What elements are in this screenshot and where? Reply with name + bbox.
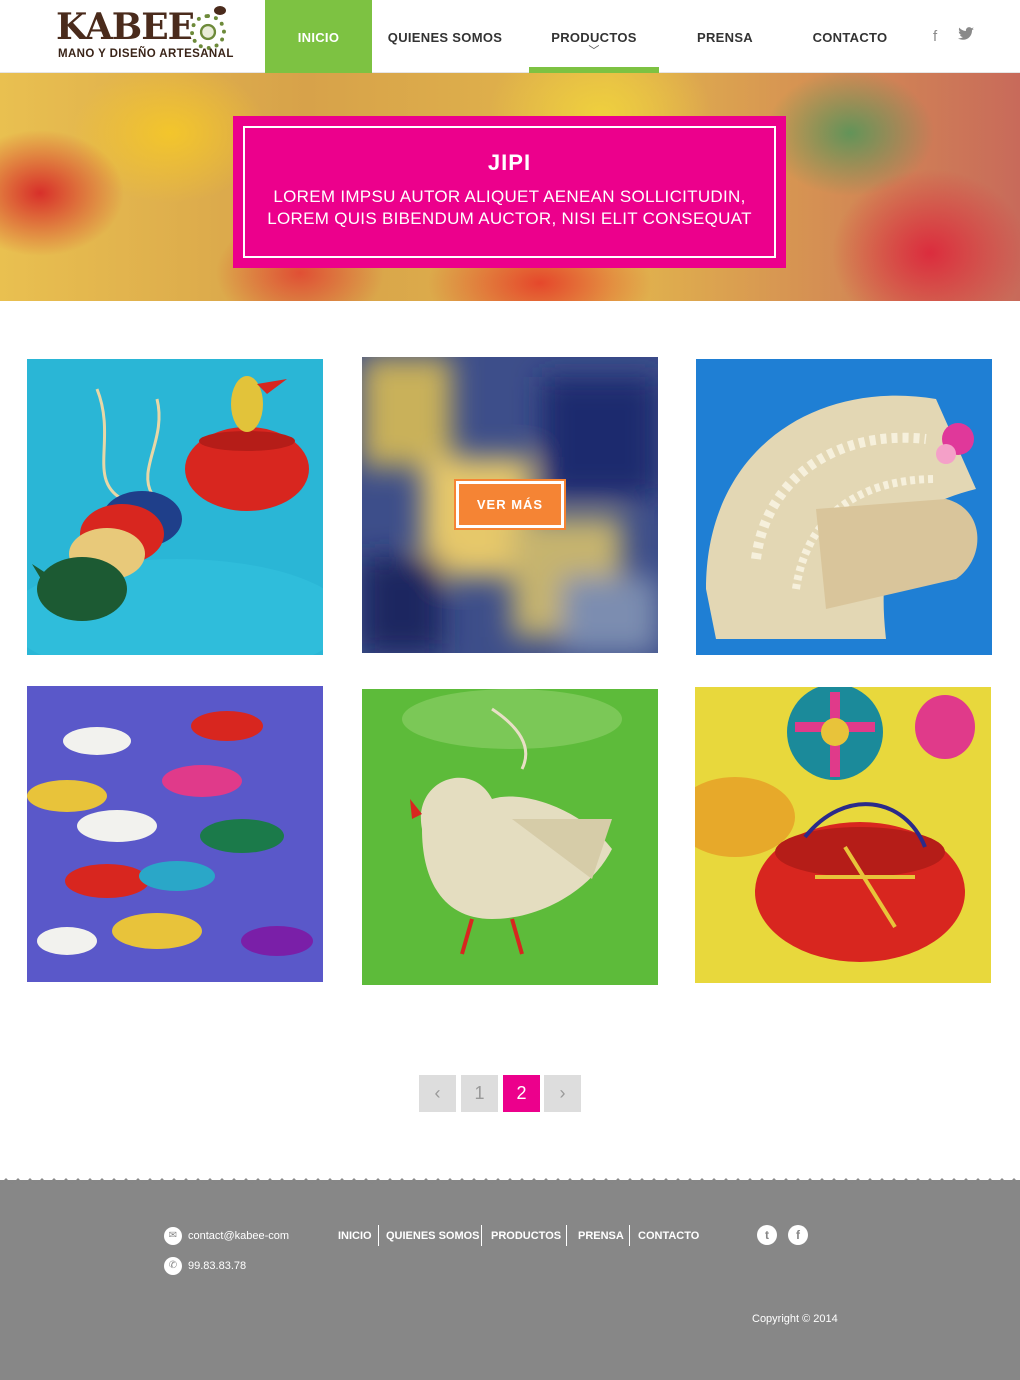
product-tile-birds[interactable] [27, 359, 323, 655]
footer-nav-divider [629, 1225, 630, 1246]
pagination-prev-button[interactable]: ‹ [419, 1075, 456, 1112]
hero-text-line: LOREM QUIS BIBENDUM AUCTOR, NISI ELIT CO… [267, 209, 752, 228]
logo-flower-icon [190, 14, 226, 50]
footer-twitter-icon[interactable]: t [757, 1225, 777, 1245]
hero-banner: JIPI LOREM IMPSU AUTOR ALIQUET AENEAN SO… [0, 73, 1020, 301]
product-tile-fan[interactable] [696, 359, 992, 655]
phone-icon: ✆ [164, 1257, 182, 1276]
envelope-icon: ✉ [164, 1227, 182, 1246]
pagination-page-2[interactable]: 2 [503, 1075, 540, 1112]
footer-phone[interactable]: ✆ 99.83.83.78 [164, 1257, 247, 1276]
ver-mas-button[interactable]: VER MÁS [454, 479, 566, 530]
facebook-icon[interactable]: f [933, 28, 937, 45]
footer-nav-divider [481, 1225, 482, 1246]
nav-item-productos-label: PRODUCTOS [551, 30, 637, 45]
footer-nav-divider [378, 1225, 379, 1246]
footer-nav-quienes-somos[interactable]: QUIENES SOMOS [386, 1226, 480, 1246]
product-tile-fish[interactable] [27, 686, 323, 982]
twitter-icon[interactable] [958, 27, 974, 45]
footer-zigzag-edge [0, 1178, 1020, 1192]
hero-callout-inner: JIPI LOREM IMPSU AUTOR ALIQUET AENEAN SO… [243, 126, 776, 258]
hero-text: LOREM IMPSU AUTOR ALIQUET AENEAN SOLLICI… [245, 186, 774, 230]
product-tile-baskets[interactable] [695, 687, 991, 983]
chevron-down-icon: ﹀ [588, 45, 600, 57]
nav-item-inicio[interactable]: INICIO [265, 0, 372, 73]
footer-nav-divider [566, 1225, 567, 1246]
logo[interactable]: KABEE MANO Y DISEÑO ARTESANAL [56, 6, 246, 64]
hero-text-line: LOREM IMPSU AUTOR ALIQUET AENEAN SOLLICI… [273, 187, 746, 206]
nav-item-quienes-somos[interactable]: QUIENES SOMOS [385, 0, 505, 73]
footer-email[interactable]: ✉ contact@kabee-com [164, 1227, 290, 1246]
logo-wordmark: KABEE [56, 6, 195, 48]
footer-nav-inicio[interactable]: INICIO [338, 1226, 372, 1246]
footer-phone-text: 99.83.83.78 [188, 1260, 247, 1272]
nav-item-productos[interactable]: PRODUCTOS ﹀ [529, 0, 659, 73]
site-header: KABEE MANO Y DISEÑO ARTESANAL INICIO QUI… [0, 0, 1020, 73]
copyright: Copyright © 2014 [752, 1313, 838, 1325]
hero-callout: JIPI LOREM IMPSU AUTOR ALIQUET AENEAN SO… [233, 116, 786, 268]
footer-facebook-icon[interactable]: f [788, 1225, 808, 1245]
logo-tagline: MANO Y DISEÑO ARTESANAL [58, 48, 234, 60]
nav-item-prensa[interactable]: PRENSA [685, 0, 765, 73]
hero-title: JIPI [487, 150, 532, 175]
footer-email-text: contact@kabee-com [188, 1230, 290, 1242]
footer-nav-productos[interactable]: PRODUCTOS [491, 1226, 561, 1246]
pagination-next-button[interactable]: › [544, 1075, 581, 1112]
product-tile-dove[interactable] [362, 689, 658, 985]
nav-item-contacto[interactable]: CONTACTO [800, 0, 900, 73]
site-footer [0, 1180, 1020, 1380]
footer-nav-prensa[interactable]: PRENSA [578, 1226, 624, 1246]
pagination-page-1[interactable]: 1 [461, 1075, 498, 1112]
footer-nav-contacto[interactable]: CONTACTO [638, 1226, 699, 1246]
page: KABEE MANO Y DISEÑO ARTESANAL INICIO QUI… [0, 0, 1020, 1380]
bee-icon [214, 6, 226, 15]
